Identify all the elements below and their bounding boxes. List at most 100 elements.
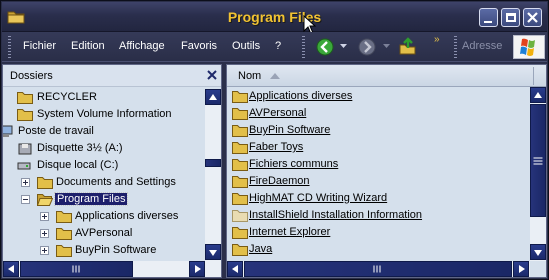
floppy-icon: [18, 143, 32, 155]
tree-item-label: System Volume Information: [37, 108, 172, 120]
tree-item-label: Program Files: [53, 192, 129, 206]
scroll-thumb[interactable]: [205, 159, 221, 167]
file-item-label: FireDaemon: [249, 175, 310, 187]
menu-favoris[interactable]: Favoris: [181, 40, 217, 52]
scroll-up-button[interactable]: [530, 87, 546, 103]
expand-icon[interactable]: [40, 229, 49, 238]
column-separator[interactable]: [533, 67, 534, 85]
toolbar-grip[interactable]: [302, 36, 305, 58]
tree-item[interactable]: AVPersonal: [3, 225, 205, 242]
close-pane-icon[interactable]: [205, 68, 219, 82]
folder-icon: [232, 91, 248, 103]
close-icon: [527, 12, 538, 23]
file-list-pane: Nom Applications diverses AVPersonal Buy…: [226, 64, 547, 278]
address-grip[interactable]: [454, 36, 457, 58]
folders-horizontal-scrollbar[interactable]: [3, 261, 221, 277]
tree-item-label: Disquette 3½ (A:): [37, 142, 123, 154]
scroll-down-button[interactable]: [205, 244, 221, 260]
up-folder-icon[interactable]: [398, 36, 418, 56]
forward-icon[interactable]: [358, 38, 376, 56]
tree-item[interactable]: Poste de travail: [3, 123, 205, 140]
menu-fichier[interactable]: Fichier: [23, 40, 56, 52]
scroll-right-button[interactable]: [513, 261, 529, 277]
collapse-icon[interactable]: [21, 195, 30, 204]
column-header-name[interactable]: Nom: [227, 65, 546, 87]
tree-item[interactable]: BuyPin Software: [3, 242, 205, 259]
file-item[interactable]: FireDaemon: [227, 173, 529, 190]
menu-edition[interactable]: Edition: [71, 40, 105, 52]
file-item-label: HighMAT CD Writing Wizard: [249, 192, 388, 204]
folder-icon: [17, 109, 33, 121]
scroll-thumb[interactable]: [244, 261, 512, 277]
close-button[interactable]: [523, 8, 542, 27]
file-item-label: Fichiers communs: [249, 158, 339, 170]
expand-icon[interactable]: [40, 246, 49, 255]
expand-icon[interactable]: [21, 178, 30, 187]
file-item[interactable]: Fichiers communs: [227, 156, 529, 173]
scroll-left-button[interactable]: [227, 261, 243, 277]
folder-icon: [232, 193, 248, 205]
folder-open-icon: [37, 194, 53, 206]
files-horizontal-scrollbar[interactable]: [227, 261, 530, 277]
forward-dropdown-icon[interactable]: [383, 44, 390, 49]
folder-icon: [232, 142, 248, 154]
tree-item-label: BuyPin Software: [75, 244, 157, 256]
menu-help[interactable]: ?: [275, 40, 281, 52]
scroll-thumb[interactable]: [530, 104, 546, 217]
windows-logo-icon: [513, 35, 545, 59]
file-item[interactable]: Faber Toys: [227, 139, 529, 156]
folders-pane-header: Dossiers: [3, 65, 221, 87]
title-bar[interactable]: Program Files: [2, 2, 547, 32]
menu-affichage[interactable]: Affichage: [119, 40, 165, 52]
maximize-button[interactable]: [501, 8, 520, 27]
tree-item-label: Disque local (C:): [37, 159, 119, 171]
folder-icon: [56, 211, 72, 223]
folder-icon: [232, 244, 248, 256]
file-item-label: BuyPin Software: [249, 124, 331, 136]
tree-item-selected[interactable]: Program Files: [3, 191, 205, 208]
tree-item[interactable]: Disquette 3½ (A:): [3, 140, 205, 157]
minimize-button[interactable]: [479, 8, 498, 27]
folder-icon: [232, 227, 248, 239]
file-item[interactable]: Java: [227, 241, 529, 258]
tree-item[interactable]: Documents and Settings: [3, 174, 205, 191]
file-item[interactable]: Internet Explorer: [227, 224, 529, 241]
sort-ascending-icon: [270, 73, 280, 79]
tree-item-label: Applications diverses: [75, 210, 179, 222]
folders-vertical-scrollbar[interactable]: [205, 89, 221, 261]
folder-icon: [37, 177, 53, 189]
file-item[interactable]: BuyPin Software: [227, 122, 529, 139]
files-vertical-scrollbar[interactable]: [530, 87, 546, 261]
expand-icon[interactable]: [40, 212, 49, 221]
file-item-label: AVPersonal: [249, 107, 307, 119]
hidden-folder-icon: [232, 210, 248, 222]
maximize-icon: [506, 13, 516, 22]
menu-outils[interactable]: Outils: [232, 40, 260, 52]
tree-item[interactable]: Applications diverses: [3, 208, 205, 225]
tree-item-label: Documents and Settings: [56, 176, 176, 188]
file-item[interactable]: HighMAT CD Writing Wizard: [227, 190, 529, 207]
column-name-label: Nom: [238, 70, 262, 82]
back-icon[interactable]: [316, 38, 334, 56]
toolbar-overflow-chevron[interactable]: »: [434, 34, 440, 45]
file-item[interactable]: InstallShield Installation Information: [227, 207, 529, 224]
file-item[interactable]: Applications diverses: [227, 88, 529, 105]
folder-icon: [56, 228, 72, 240]
drive-icon: [17, 162, 31, 170]
tree-item-label: AVPersonal: [75, 227, 133, 239]
scroll-thumb[interactable]: [20, 261, 133, 277]
scroll-up-button[interactable]: [205, 89, 221, 105]
address-label: Adresse: [462, 40, 503, 52]
file-item[interactable]: AVPersonal: [227, 105, 529, 122]
scroll-right-button[interactable]: [189, 261, 205, 277]
back-dropdown-icon[interactable]: [340, 44, 347, 49]
explorer-window: Program Files Fichier Edition Affichage …: [0, 0, 549, 280]
tree-item[interactable]: System Volume Information: [3, 106, 205, 123]
scroll-left-button[interactable]: [3, 261, 19, 277]
scroll-down-button[interactable]: [530, 244, 546, 260]
tree-item[interactable]: RECYCLER: [3, 89, 205, 106]
menubar-grip[interactable]: [8, 36, 11, 58]
folder-icon: [232, 125, 248, 137]
tree-item[interactable]: Disque local (C:): [3, 157, 205, 174]
file-item-label: Internet Explorer: [249, 226, 331, 238]
